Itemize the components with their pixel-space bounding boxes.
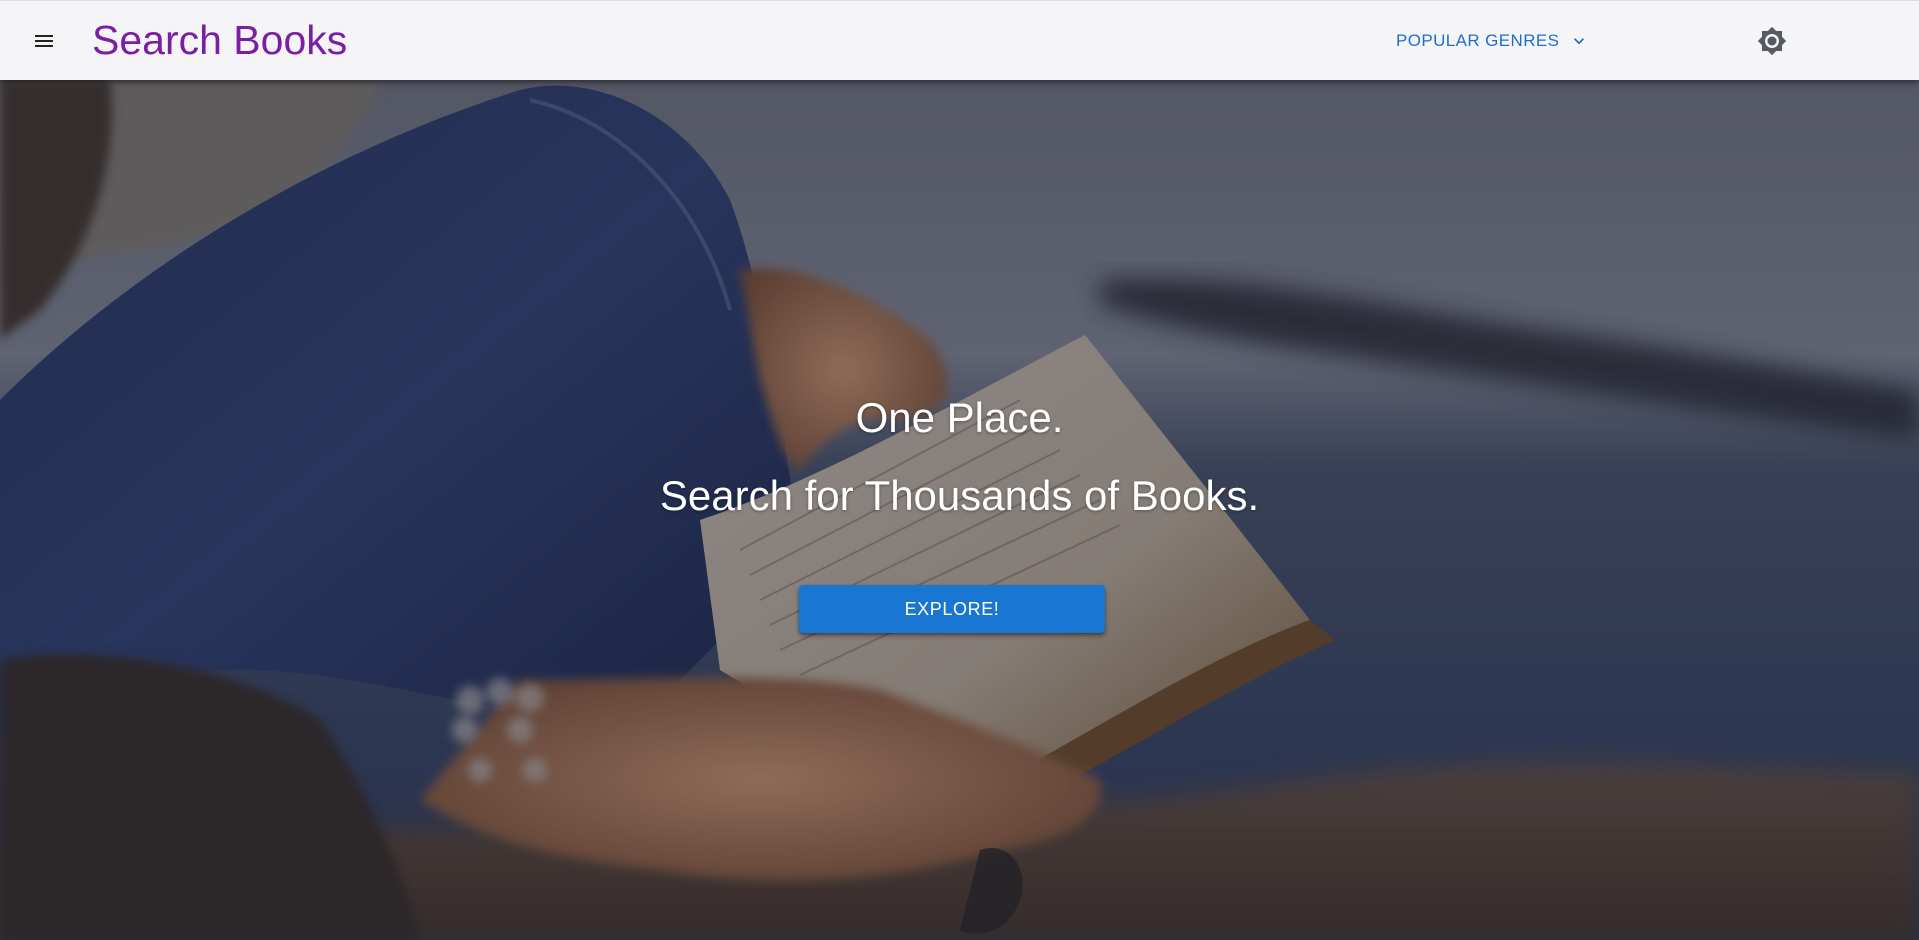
app-root: Search Books POPULAR GENRES One Place. S… (0, 0, 1919, 940)
explore-button[interactable]: EXPLORE! (799, 585, 1105, 633)
hamburger-menu-icon (35, 35, 53, 47)
hero-content: One Place. Search for Thousands of Books… (0, 80, 1919, 940)
hero-section: One Place. Search for Thousands of Books… (0, 80, 1919, 940)
popular-genres-label: POPULAR GENRES (1396, 31, 1560, 50)
chevron-down-icon (1574, 38, 1585, 45)
popular-genres-dropdown[interactable]: POPULAR GENRES (1384, 23, 1601, 59)
hero-headline-line2: Search for Thousands of Books. (659, 472, 1260, 519)
theme-toggle-button[interactable] (1752, 21, 1792, 61)
app-title[interactable]: Search Books (92, 15, 347, 65)
menu-button[interactable] (24, 23, 64, 59)
hero-headline-line1: One Place. (855, 394, 1064, 441)
brightness-toggle-icon (1757, 26, 1787, 56)
top-app-bar: Search Books POPULAR GENRES (0, 0, 1919, 80)
